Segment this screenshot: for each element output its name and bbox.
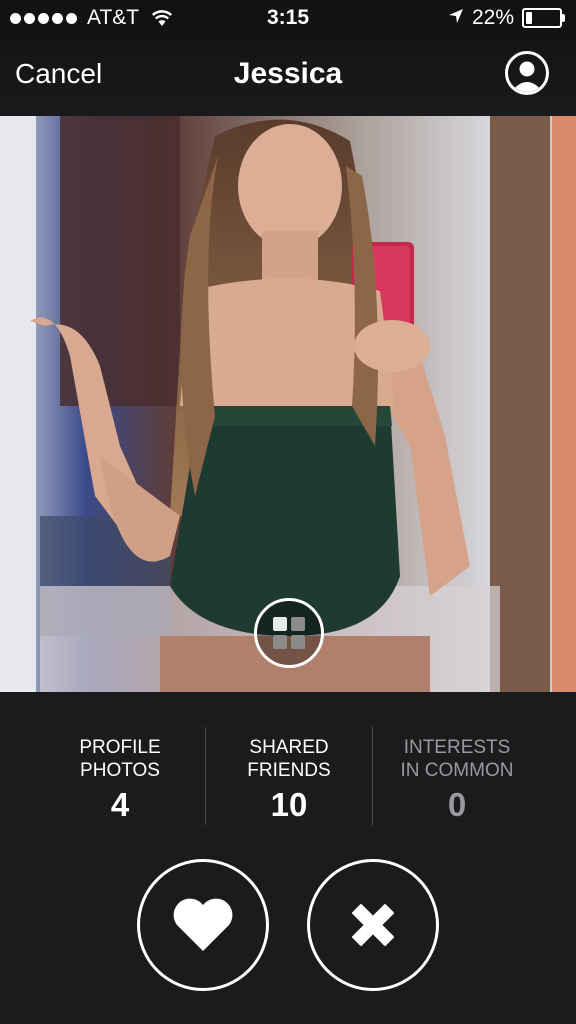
stat-label: SHARED FRIENDS xyxy=(209,736,369,782)
stat-interests-in-common[interactable]: INTERESTS IN COMMON 0 xyxy=(377,736,537,824)
profile-button[interactable] xyxy=(505,51,549,95)
stat-label: PROFILE PHOTOS xyxy=(40,736,200,782)
battery-percent: 22% xyxy=(471,6,514,29)
like-button[interactable] xyxy=(137,859,269,991)
x-icon xyxy=(352,904,394,946)
stat-value: 4 xyxy=(110,786,130,823)
navigation-bar: Cancel Jessica xyxy=(0,38,576,116)
person-icon xyxy=(511,61,543,92)
status-right: 22% xyxy=(448,6,565,30)
stat-label-line1: PROFILE xyxy=(79,737,161,758)
stat-label-line1: INTERESTS xyxy=(403,737,511,758)
stat-profile-photos[interactable]: PROFILE PHOTOS 4 xyxy=(40,736,200,824)
stat-label-line1: SHARED xyxy=(249,737,329,758)
profile-photo[interactable] xyxy=(0,116,576,692)
heart-icon xyxy=(173,898,233,951)
location-arrow-icon xyxy=(448,6,464,30)
stat-shared-friends[interactable]: SHARED FRIENDS 10 xyxy=(209,736,369,824)
status-bar: AT&T 3:15 22% xyxy=(0,0,576,38)
stats-panel: PROFILE PHOTOS 4 SHARED FRIENDS 10 INTER… xyxy=(0,692,576,842)
stat-divider xyxy=(372,727,373,825)
stat-label-line2: FRIENDS xyxy=(247,760,331,781)
stat-value: 0 xyxy=(447,786,467,823)
battery-icon xyxy=(522,8,565,28)
stat-label: INTERESTS IN COMMON xyxy=(377,736,537,782)
dismiss-button[interactable] xyxy=(307,859,439,991)
battery-fill xyxy=(526,12,532,24)
gallery-button[interactable] xyxy=(254,598,324,668)
stat-divider xyxy=(205,727,206,825)
page-title: Jessica xyxy=(233,57,343,90)
stat-label-line2: PHOTOS xyxy=(80,760,160,781)
stat-label-line2: IN COMMON xyxy=(400,760,514,781)
grid-icon xyxy=(273,617,305,649)
stat-value: 10 xyxy=(270,786,308,823)
